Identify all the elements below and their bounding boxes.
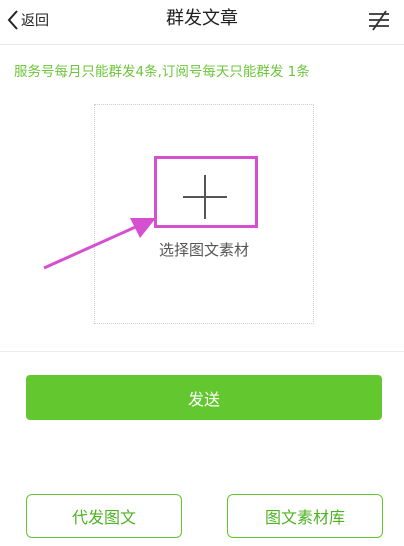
- section-divider: [0, 351, 404, 352]
- page-title: 群发文章: [166, 8, 238, 29]
- select-material-label: 选择图文素材: [158, 241, 249, 259]
- material-library-button[interactable]: 图文素材库: [227, 494, 383, 538]
- proxy-send-button[interactable]: 代发图文: [26, 494, 182, 538]
- notice-text: 服务号每月只能群发4条,订阅号每天只能群发 1条: [14, 64, 310, 80]
- select-material-area[interactable]: 选择图文素材: [94, 104, 314, 324]
- header-bar: 返回 群发文章: [0, 0, 404, 45]
- send-button[interactable]: 发送: [26, 375, 382, 420]
- plus-icon: [183, 175, 227, 219]
- edit-list-icon[interactable]: [366, 8, 392, 32]
